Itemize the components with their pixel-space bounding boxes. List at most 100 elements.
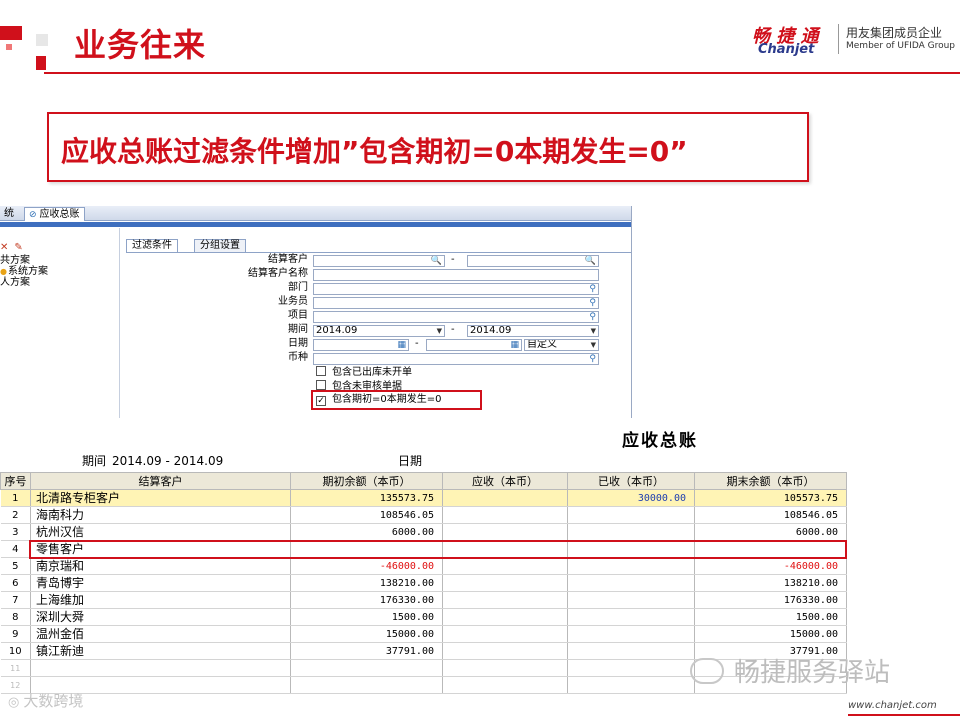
- customer-cell[interactable]: 青岛博宇: [30, 574, 291, 592]
- opening-cell[interactable]: 176330.00: [290, 591, 443, 609]
- search-icon[interactable]: 🔍: [585, 256, 596, 266]
- delete-icon[interactable]: ✕: [0, 242, 8, 253]
- table-row[interactable]: 7 上海维加 176330.00 176330.00: [0, 591, 847, 609]
- closing-cell[interactable]: 6000.00: [694, 523, 847, 541]
- received-cell[interactable]: [567, 676, 695, 694]
- tab-receivable-ledger[interactable]: ⊘ 应收总账: [24, 207, 85, 221]
- receivable-cell[interactable]: [442, 642, 568, 660]
- dropdown-icon[interactable]: ▼: [591, 326, 596, 336]
- period-from-select[interactable]: 2014.09 ▼: [313, 325, 445, 337]
- table-row[interactable]: 8 深圳大舜 1500.00 1500.00: [0, 608, 847, 626]
- salesperson-input[interactable]: ⚲: [313, 297, 599, 309]
- customer-cell[interactable]: 深圳大舜: [30, 608, 291, 626]
- project-input[interactable]: ⚲: [313, 311, 599, 323]
- receivable-cell[interactable]: [442, 659, 568, 677]
- closing-cell[interactable]: 15000.00: [694, 625, 847, 643]
- received-cell[interactable]: [567, 625, 695, 643]
- received-cell[interactable]: [567, 557, 695, 575]
- tree-item-system-scheme[interactable]: ●系统方案: [0, 266, 48, 277]
- opening-cell[interactable]: 135573.75: [290, 489, 443, 507]
- calendar-icon[interactable]: ▦: [397, 340, 406, 350]
- column-header[interactable]: 序号: [0, 472, 31, 490]
- column-header[interactable]: 期初余额（本币）: [290, 472, 443, 490]
- edit-icon[interactable]: ✎: [14, 242, 22, 253]
- received-cell[interactable]: [567, 608, 695, 626]
- receivable-cell[interactable]: [442, 591, 568, 609]
- customer-cell[interactable]: 温州金佰: [30, 625, 291, 643]
- received-cell[interactable]: [567, 642, 695, 660]
- opening-cell[interactable]: 6000.00: [290, 523, 443, 541]
- date-mode-select[interactable]: 自定义 ▼: [524, 339, 599, 351]
- table-row[interactable]: 1 北清路专柜客户 135573.75 30000.00 105573.75: [0, 489, 847, 507]
- receivable-cell[interactable]: [442, 523, 568, 541]
- lookup-icon[interactable]: ⚲: [589, 298, 596, 308]
- customer-cell[interactable]: 南京瑞和: [30, 557, 291, 575]
- opening-cell[interactable]: 37791.00: [290, 642, 443, 660]
- opening-cell[interactable]: [290, 676, 443, 694]
- lookup-icon[interactable]: ⚲: [589, 312, 596, 322]
- opening-cell[interactable]: 108546.05: [290, 506, 443, 524]
- tab-previous[interactable]: 统: [0, 207, 18, 221]
- opening-cell[interactable]: 15000.00: [290, 625, 443, 643]
- table-row[interactable]: 3 杭州汉信 6000.00 6000.00: [0, 523, 847, 541]
- column-header[interactable]: 已收（本币）: [567, 472, 695, 490]
- department-input[interactable]: ⚲: [313, 283, 599, 295]
- closing-cell[interactable]: 105573.75: [694, 489, 847, 507]
- dropdown-icon[interactable]: ▼: [437, 326, 442, 336]
- period-to-select[interactable]: 2014.09 ▼: [467, 325, 599, 337]
- customer-name-input[interactable]: [313, 269, 599, 281]
- checkbox[interactable]: [316, 380, 326, 390]
- table-row[interactable]: 6 青岛博宇 138210.00 138210.00: [0, 574, 847, 592]
- opening-cell[interactable]: 138210.00: [290, 574, 443, 592]
- table-row[interactable]: 5 南京瑞和 -46000.00 -46000.00: [0, 557, 847, 575]
- receivable-cell[interactable]: [442, 489, 568, 507]
- checkbox-include-unbilled[interactable]: 包含已出库未开单: [316, 366, 412, 379]
- column-header[interactable]: 应收（本币）: [442, 472, 568, 490]
- date-from-input[interactable]: ▦: [313, 339, 409, 351]
- received-cell[interactable]: 30000.00: [567, 489, 695, 507]
- receivable-cell[interactable]: [442, 506, 568, 524]
- dropdown-icon[interactable]: ▼: [591, 340, 596, 350]
- received-cell[interactable]: [567, 523, 695, 541]
- calendar-icon[interactable]: ▦: [510, 340, 519, 350]
- received-cell[interactable]: [567, 591, 695, 609]
- receivable-cell[interactable]: [442, 557, 568, 575]
- receivable-cell[interactable]: [442, 625, 568, 643]
- closing-cell[interactable]: 176330.00: [694, 591, 847, 609]
- tab-group-settings[interactable]: 分组设置: [194, 239, 246, 253]
- opening-cell[interactable]: 1500.00: [290, 608, 443, 626]
- opening-cell[interactable]: -46000.00: [290, 557, 443, 575]
- received-cell[interactable]: [567, 574, 695, 592]
- customer-cell[interactable]: 海南科力: [30, 506, 291, 524]
- receivable-cell[interactable]: [442, 574, 568, 592]
- receivable-cell[interactable]: [442, 608, 568, 626]
- received-cell[interactable]: [567, 659, 695, 677]
- customer-from-input[interactable]: 🔍: [313, 255, 445, 267]
- customer-cell[interactable]: 北清路专柜客户: [30, 489, 291, 507]
- customer-cell[interactable]: 镇江新迪: [30, 642, 291, 660]
- closing-cell[interactable]: -46000.00: [694, 557, 847, 575]
- currency-input[interactable]: ⚲: [313, 353, 599, 365]
- table-row[interactable]: 2 海南科力 108546.05 108546.05: [0, 506, 847, 524]
- received-cell[interactable]: [567, 506, 695, 524]
- closing-cell[interactable]: 1500.00: [694, 608, 847, 626]
- lookup-icon[interactable]: ⚲: [589, 284, 596, 294]
- checkbox[interactable]: [316, 366, 326, 376]
- customer-to-input[interactable]: 🔍: [467, 255, 599, 267]
- date-to-input[interactable]: ▦: [426, 339, 522, 351]
- search-icon[interactable]: 🔍: [431, 256, 442, 266]
- closing-cell[interactable]: 138210.00: [694, 574, 847, 592]
- customer-cell[interactable]: 杭州汉信: [30, 523, 291, 541]
- closing-cell[interactable]: 108546.05: [694, 506, 847, 524]
- lookup-icon[interactable]: ⚲: [589, 354, 596, 364]
- tree-item-personal-scheme[interactable]: 人方案: [0, 277, 30, 288]
- receivable-cell[interactable]: [442, 676, 568, 694]
- customer-cell[interactable]: 上海维加: [30, 591, 291, 609]
- tab-filter-conditions[interactable]: 过滤条件: [126, 239, 178, 253]
- opening-cell[interactable]: [290, 659, 443, 677]
- column-header[interactable]: 结算客户: [30, 472, 291, 490]
- customer-cell[interactable]: [30, 659, 291, 677]
- column-header[interactable]: 期末余额（本币）: [694, 472, 847, 490]
- tree-item-public-scheme[interactable]: 共方案: [0, 255, 30, 266]
- table-row[interactable]: 9 温州金佰 15000.00 15000.00: [0, 625, 847, 643]
